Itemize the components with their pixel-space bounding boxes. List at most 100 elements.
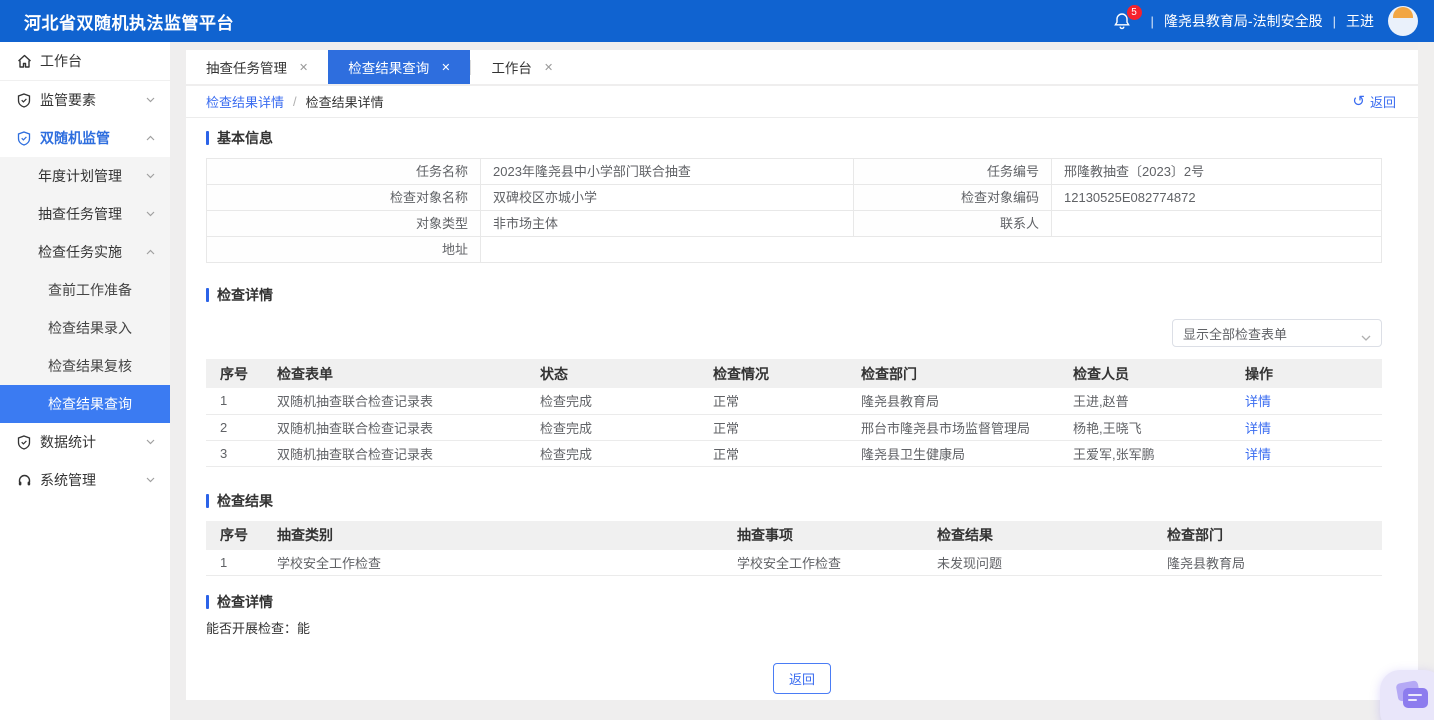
scrollbar-track[interactable]	[1418, 42, 1434, 720]
table-header-row: 序号 检查表单 状态 检查情况 检查部门 检查人员 操作	[206, 359, 1382, 388]
cell-status: 检查完成	[532, 440, 705, 466]
return-button[interactable]: 返回	[773, 663, 831, 694]
sidebar-item-data-statistics[interactable]: 数据统计	[0, 423, 170, 461]
column-header: 序号	[206, 359, 269, 388]
detail-link[interactable]: 详情	[1245, 394, 1271, 409]
cell-item: 学校安全工作检查	[729, 550, 929, 576]
chat-bubbles-icon	[1403, 688, 1428, 708]
sidebar-item-workbench[interactable]: 工作台	[0, 42, 170, 80]
tab-label: 检查结果查询	[348, 57, 429, 77]
close-icon[interactable]: ✕	[299, 61, 308, 74]
detail-link[interactable]: 详情	[1245, 421, 1271, 436]
sidebar-item-label: 查前工作准备	[48, 280, 132, 300]
cell-department: 隆尧县教育局	[1159, 550, 1382, 576]
cell-situation: 正常	[705, 440, 853, 466]
user-org: 隆尧县教育局-法制安全股	[1164, 11, 1323, 31]
sidebar-item-spot-check-tasks[interactable]: 抽查任务管理	[0, 195, 170, 233]
sidebar-item-system-management[interactable]: 系统管理	[0, 461, 170, 499]
field-label: 检查对象编码	[854, 185, 1052, 211]
sidebar-item-label: 抽查任务管理	[38, 204, 122, 224]
column-header: 抽查事项	[729, 521, 929, 550]
column-header: 检查结果	[929, 521, 1159, 550]
cell-index: 1	[206, 388, 269, 414]
tab-workbench[interactable]: 工作台 ✕	[471, 50, 573, 84]
notification-badge: 5	[1127, 5, 1142, 20]
shield-icon	[17, 435, 32, 450]
tab-bar: 抽查任务管理 ✕ 检查结果查询 ✕ 工作台 ✕	[186, 50, 1418, 84]
breadcrumb: 检查结果详情 / 检查结果详情	[206, 92, 384, 111]
sidebar-item-pre-check-prep[interactable]: 查前工作准备	[0, 271, 170, 309]
section-title-basic-info: 基本信息	[206, 128, 1398, 148]
sidebar-item-supervision-elements[interactable]: 监管要素	[0, 81, 170, 119]
close-icon[interactable]: ✕	[441, 61, 450, 74]
chat-widget-button[interactable]	[1380, 670, 1434, 720]
sidebar-item-label: 检查结果录入	[48, 318, 132, 338]
user-avatar[interactable]	[1388, 6, 1418, 36]
cell-department: 隆尧县教育局	[853, 388, 1065, 414]
table-row: 1 双随机抽查联合检查记录表 检查完成 正常 隆尧县教育局 王进,赵普 详情	[206, 388, 1382, 414]
field-value	[481, 237, 1381, 263]
field-label: 联系人	[854, 211, 1052, 237]
header-right: 5 | 隆尧县教育局-法制安全股 | 王进	[1113, 6, 1418, 36]
column-header: 抽查类别	[269, 521, 729, 550]
cell-result: 未发现问题	[929, 550, 1159, 576]
cell-index: 2	[206, 414, 269, 440]
sidebar-item-label: 年度计划管理	[38, 166, 122, 186]
section-title-check-detail-note: 检查详情	[206, 592, 1398, 612]
sidebar-item-double-random[interactable]: 双随机监管	[0, 119, 170, 157]
table-row: 3 双随机抽查联合检查记录表 检查完成 正常 隆尧县卫生健康局 王爱军,张军鹏 …	[206, 440, 1382, 466]
sidebar-item-label: 检查结果复核	[48, 356, 132, 376]
cell-situation: 正常	[705, 414, 853, 440]
chevron-down-icon	[146, 211, 155, 217]
notification-bell-icon[interactable]: 5	[1113, 12, 1131, 31]
shield-icon	[17, 93, 32, 108]
sidebar-item-label: 检查任务实施	[38, 242, 122, 262]
user-name: 王进	[1346, 11, 1374, 31]
column-header: 检查人员	[1065, 359, 1237, 388]
cell-status: 检查完成	[532, 414, 705, 440]
form-filter-select[interactable]: 显示全部检查表单	[1172, 319, 1382, 347]
detail-link[interactable]: 详情	[1245, 447, 1271, 462]
sidebar-item-annual-plan[interactable]: 年度计划管理	[0, 157, 170, 195]
select-value: 显示全部检查表单	[1183, 324, 1287, 343]
column-header: 操作	[1237, 359, 1382, 388]
sidebar-item-label: 工作台	[40, 51, 82, 71]
shield-icon	[17, 131, 32, 146]
breadcrumb-current: 检查结果详情	[306, 92, 384, 111]
sidebar-item-result-query[interactable]: 检查结果查询	[0, 385, 170, 423]
tab-result-query[interactable]: 检查结果查询 ✕	[328, 50, 470, 84]
content-card: 检查结果详情 / 检查结果详情 ↺ 返回 基本信息 任务名称 2023年隆尧县中…	[186, 86, 1418, 700]
cell-status: 检查完成	[532, 388, 705, 414]
sidebar-item-result-entry[interactable]: 检查结果录入	[0, 309, 170, 347]
field-value: 双碑校区亦城小学	[481, 185, 854, 211]
tab-spot-check-tasks[interactable]: 抽查任务管理 ✕	[186, 50, 328, 84]
cell-department: 邢台市隆尧县市场监督管理局	[853, 414, 1065, 440]
section-title-check-detail: 检查详情	[206, 285, 1398, 305]
check-result-table: 序号 抽查类别 抽查事项 检查结果 检查部门 1 学校安全工作检查 学校安全工作…	[206, 521, 1382, 577]
field-value: 邢隆教抽查〔2023〕2号	[1052, 159, 1381, 185]
card-body: 基本信息 任务名称 2023年隆尧县中小学部门联合抽查 任务编号 邢隆教抽查〔2…	[186, 118, 1418, 694]
header-separator: |	[1151, 14, 1154, 29]
cell-department: 隆尧县卫生健康局	[853, 440, 1065, 466]
breadcrumb-parent-link[interactable]: 检查结果详情	[206, 92, 284, 111]
sidebar-item-inspection-implementation[interactable]: 检查任务实施	[0, 233, 170, 271]
field-label: 地址	[207, 237, 481, 263]
cell-form-name: 双随机抽查联合检查记录表	[269, 440, 532, 466]
breadcrumb-row: 检查结果详情 / 检查结果详情 ↺ 返回	[186, 86, 1418, 118]
column-header: 状态	[532, 359, 705, 388]
sidebar-item-result-review[interactable]: 检查结果复核	[0, 347, 170, 385]
cell-index: 3	[206, 440, 269, 466]
cell-category: 学校安全工作检查	[269, 550, 729, 576]
headset-icon	[17, 473, 32, 488]
can-inspect-note: 能否开展检查：能	[206, 618, 1398, 637]
app-title: 河北省双随机执法监管平台	[24, 9, 234, 34]
back-link[interactable]: ↺ 返回	[1352, 92, 1396, 111]
sidebar-item-label: 检查结果查询	[48, 394, 132, 414]
button-row: 返回	[206, 663, 1398, 694]
cell-form-name: 双随机抽查联合检查记录表	[269, 388, 532, 414]
sidebar: 工作台 监管要素 双随机监管 年度计划管理 抽查任务管理	[0, 42, 170, 720]
header-separator: |	[1333, 14, 1336, 29]
back-link-label: 返回	[1370, 92, 1396, 111]
close-icon[interactable]: ✕	[544, 61, 553, 74]
sidebar-item-label: 数据统计	[40, 432, 96, 452]
